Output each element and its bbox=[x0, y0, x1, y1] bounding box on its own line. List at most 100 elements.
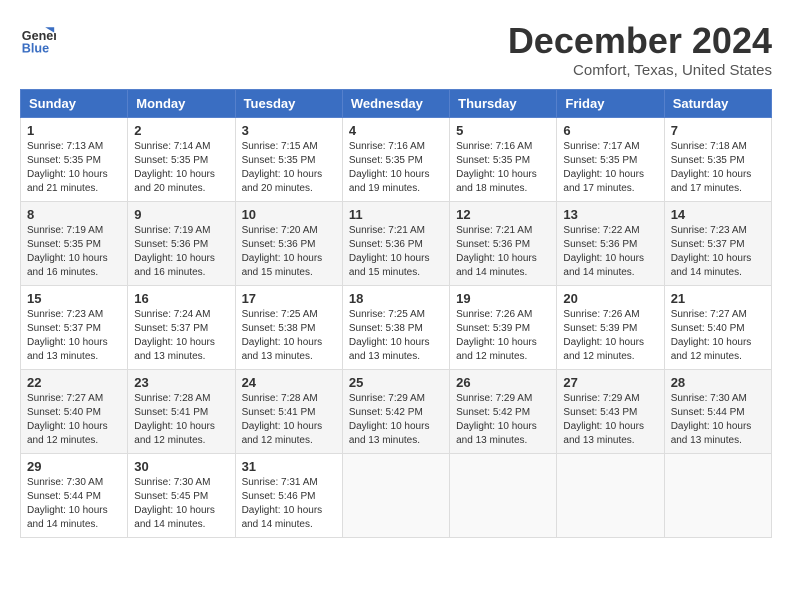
calendar-table: SundayMondayTuesdayWednesdayThursdayFrid… bbox=[20, 89, 772, 538]
calendar-cell: 23 Sunrise: 7:28 AM Sunset: 5:41 PM Dayl… bbox=[128, 370, 235, 454]
day-info: Sunrise: 7:27 AM Sunset: 5:40 PM Dayligh… bbox=[27, 392, 121, 448]
svg-text:Blue: Blue bbox=[22, 41, 49, 55]
page-header: General Blue December 2024 Comfort, Texa… bbox=[20, 20, 772, 79]
day-number: 29 bbox=[27, 459, 121, 474]
calendar-cell: 29 Sunrise: 7:30 AM Sunset: 5:44 PM Dayl… bbox=[21, 454, 128, 538]
location: Comfort, Texas, United States bbox=[508, 62, 772, 79]
day-number: 2 bbox=[134, 123, 228, 138]
day-info: Sunrise: 7:30 AM Sunset: 5:45 PM Dayligh… bbox=[134, 476, 228, 532]
day-header-friday: Friday bbox=[557, 90, 664, 118]
day-info: Sunrise: 7:27 AM Sunset: 5:40 PM Dayligh… bbox=[671, 308, 765, 364]
calendar-cell: 28 Sunrise: 7:30 AM Sunset: 5:44 PM Dayl… bbox=[664, 370, 771, 454]
calendar-cell: 12 Sunrise: 7:21 AM Sunset: 5:36 PM Dayl… bbox=[450, 202, 557, 286]
calendar-week-4: 22 Sunrise: 7:27 AM Sunset: 5:40 PM Dayl… bbox=[21, 370, 772, 454]
calendar-cell: 15 Sunrise: 7:23 AM Sunset: 5:37 PM Dayl… bbox=[21, 286, 128, 370]
day-header-thursday: Thursday bbox=[450, 90, 557, 118]
day-number: 4 bbox=[349, 123, 443, 138]
logo-icon: General Blue bbox=[20, 20, 56, 56]
day-header-saturday: Saturday bbox=[664, 90, 771, 118]
day-number: 13 bbox=[563, 207, 657, 222]
day-info: Sunrise: 7:28 AM Sunset: 5:41 PM Dayligh… bbox=[134, 392, 228, 448]
day-info: Sunrise: 7:30 AM Sunset: 5:44 PM Dayligh… bbox=[27, 476, 121, 532]
day-header-wednesday: Wednesday bbox=[342, 90, 449, 118]
calendar-cell: 16 Sunrise: 7:24 AM Sunset: 5:37 PM Dayl… bbox=[128, 286, 235, 370]
day-info: Sunrise: 7:24 AM Sunset: 5:37 PM Dayligh… bbox=[134, 308, 228, 364]
day-info: Sunrise: 7:19 AM Sunset: 5:36 PM Dayligh… bbox=[134, 224, 228, 280]
calendar-cell: 10 Sunrise: 7:20 AM Sunset: 5:36 PM Dayl… bbox=[235, 202, 342, 286]
day-number: 26 bbox=[456, 375, 550, 390]
day-info: Sunrise: 7:29 AM Sunset: 5:42 PM Dayligh… bbox=[349, 392, 443, 448]
day-info: Sunrise: 7:29 AM Sunset: 5:43 PM Dayligh… bbox=[563, 392, 657, 448]
day-info: Sunrise: 7:30 AM Sunset: 5:44 PM Dayligh… bbox=[671, 392, 765, 448]
day-info: Sunrise: 7:25 AM Sunset: 5:38 PM Dayligh… bbox=[242, 308, 336, 364]
day-header-sunday: Sunday bbox=[21, 90, 128, 118]
calendar-cell bbox=[450, 454, 557, 538]
calendar-cell: 20 Sunrise: 7:26 AM Sunset: 5:39 PM Dayl… bbox=[557, 286, 664, 370]
calendar-cell: 4 Sunrise: 7:16 AM Sunset: 5:35 PM Dayli… bbox=[342, 118, 449, 202]
day-info: Sunrise: 7:16 AM Sunset: 5:35 PM Dayligh… bbox=[349, 140, 443, 196]
calendar-cell bbox=[342, 454, 449, 538]
day-number: 19 bbox=[456, 291, 550, 306]
day-info: Sunrise: 7:29 AM Sunset: 5:42 PM Dayligh… bbox=[456, 392, 550, 448]
day-number: 31 bbox=[242, 459, 336, 474]
day-info: Sunrise: 7:19 AM Sunset: 5:35 PM Dayligh… bbox=[27, 224, 121, 280]
logo: General Blue bbox=[20, 20, 56, 56]
day-info: Sunrise: 7:26 AM Sunset: 5:39 PM Dayligh… bbox=[563, 308, 657, 364]
day-info: Sunrise: 7:13 AM Sunset: 5:35 PM Dayligh… bbox=[27, 140, 121, 196]
day-header-tuesday: Tuesday bbox=[235, 90, 342, 118]
calendar-cell bbox=[557, 454, 664, 538]
calendar-week-2: 8 Sunrise: 7:19 AM Sunset: 5:35 PM Dayli… bbox=[21, 202, 772, 286]
day-info: Sunrise: 7:23 AM Sunset: 5:37 PM Dayligh… bbox=[671, 224, 765, 280]
calendar-cell: 24 Sunrise: 7:28 AM Sunset: 5:41 PM Dayl… bbox=[235, 370, 342, 454]
month-title: December 2024 bbox=[508, 20, 772, 62]
title-area: December 2024 Comfort, Texas, United Sta… bbox=[508, 20, 772, 79]
day-info: Sunrise: 7:23 AM Sunset: 5:37 PM Dayligh… bbox=[27, 308, 121, 364]
day-info: Sunrise: 7:20 AM Sunset: 5:36 PM Dayligh… bbox=[242, 224, 336, 280]
calendar-cell: 19 Sunrise: 7:26 AM Sunset: 5:39 PM Dayl… bbox=[450, 286, 557, 370]
day-number: 5 bbox=[456, 123, 550, 138]
calendar-cell: 11 Sunrise: 7:21 AM Sunset: 5:36 PM Dayl… bbox=[342, 202, 449, 286]
calendar-cell: 5 Sunrise: 7:16 AM Sunset: 5:35 PM Dayli… bbox=[450, 118, 557, 202]
day-number: 1 bbox=[27, 123, 121, 138]
day-header-monday: Monday bbox=[128, 90, 235, 118]
day-info: Sunrise: 7:21 AM Sunset: 5:36 PM Dayligh… bbox=[349, 224, 443, 280]
calendar-cell: 3 Sunrise: 7:15 AM Sunset: 5:35 PM Dayli… bbox=[235, 118, 342, 202]
day-number: 30 bbox=[134, 459, 228, 474]
day-info: Sunrise: 7:26 AM Sunset: 5:39 PM Dayligh… bbox=[456, 308, 550, 364]
day-info: Sunrise: 7:15 AM Sunset: 5:35 PM Dayligh… bbox=[242, 140, 336, 196]
day-info: Sunrise: 7:18 AM Sunset: 5:35 PM Dayligh… bbox=[671, 140, 765, 196]
calendar-cell: 8 Sunrise: 7:19 AM Sunset: 5:35 PM Dayli… bbox=[21, 202, 128, 286]
day-number: 16 bbox=[134, 291, 228, 306]
calendar-cell: 14 Sunrise: 7:23 AM Sunset: 5:37 PM Dayl… bbox=[664, 202, 771, 286]
day-info: Sunrise: 7:21 AM Sunset: 5:36 PM Dayligh… bbox=[456, 224, 550, 280]
calendar-cell: 13 Sunrise: 7:22 AM Sunset: 5:36 PM Dayl… bbox=[557, 202, 664, 286]
day-number: 23 bbox=[134, 375, 228, 390]
day-number: 8 bbox=[27, 207, 121, 222]
calendar-week-5: 29 Sunrise: 7:30 AM Sunset: 5:44 PM Dayl… bbox=[21, 454, 772, 538]
day-number: 9 bbox=[134, 207, 228, 222]
day-info: Sunrise: 7:22 AM Sunset: 5:36 PM Dayligh… bbox=[563, 224, 657, 280]
day-number: 12 bbox=[456, 207, 550, 222]
calendar-cell: 26 Sunrise: 7:29 AM Sunset: 5:42 PM Dayl… bbox=[450, 370, 557, 454]
calendar-cell: 9 Sunrise: 7:19 AM Sunset: 5:36 PM Dayli… bbox=[128, 202, 235, 286]
day-number: 25 bbox=[349, 375, 443, 390]
calendar-header-row: SundayMondayTuesdayWednesdayThursdayFrid… bbox=[21, 90, 772, 118]
calendar-cell: 21 Sunrise: 7:27 AM Sunset: 5:40 PM Dayl… bbox=[664, 286, 771, 370]
calendar-cell: 31 Sunrise: 7:31 AM Sunset: 5:46 PM Dayl… bbox=[235, 454, 342, 538]
day-number: 7 bbox=[671, 123, 765, 138]
day-number: 6 bbox=[563, 123, 657, 138]
calendar-cell: 25 Sunrise: 7:29 AM Sunset: 5:42 PM Dayl… bbox=[342, 370, 449, 454]
day-info: Sunrise: 7:14 AM Sunset: 5:35 PM Dayligh… bbox=[134, 140, 228, 196]
day-info: Sunrise: 7:16 AM Sunset: 5:35 PM Dayligh… bbox=[456, 140, 550, 196]
day-info: Sunrise: 7:17 AM Sunset: 5:35 PM Dayligh… bbox=[563, 140, 657, 196]
day-number: 3 bbox=[242, 123, 336, 138]
calendar-cell bbox=[664, 454, 771, 538]
day-number: 27 bbox=[563, 375, 657, 390]
day-number: 17 bbox=[242, 291, 336, 306]
calendar-cell: 7 Sunrise: 7:18 AM Sunset: 5:35 PM Dayli… bbox=[664, 118, 771, 202]
day-number: 24 bbox=[242, 375, 336, 390]
day-number: 28 bbox=[671, 375, 765, 390]
calendar-cell: 18 Sunrise: 7:25 AM Sunset: 5:38 PM Dayl… bbox=[342, 286, 449, 370]
day-number: 10 bbox=[242, 207, 336, 222]
calendar-cell: 30 Sunrise: 7:30 AM Sunset: 5:45 PM Dayl… bbox=[128, 454, 235, 538]
